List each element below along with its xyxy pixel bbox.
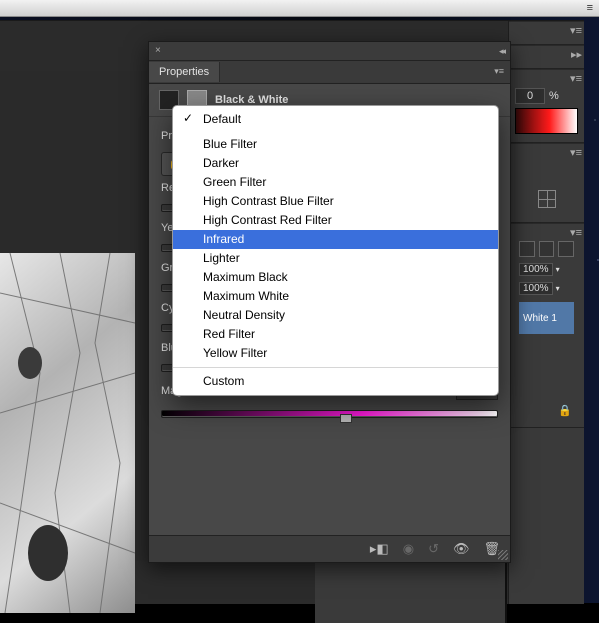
preset-option-label: Maximum Black <box>203 270 288 284</box>
tab-properties[interactable]: Properties <box>149 62 220 82</box>
panel-tab-row: Properties ▾≡ <box>149 61 510 84</box>
preset-option[interactable]: High Contrast Red Filter <box>173 211 498 230</box>
preset-option-label: Green Filter <box>203 175 266 189</box>
preset-dropdown[interactable]: ✓ Default Blue Filter Darker Green Filter Hig… <box>172 105 499 396</box>
secondary-canvas <box>315 561 507 623</box>
view-previous-icon: ◉ <box>403 541 414 557</box>
preset-option[interactable]: Red Filter <box>173 325 498 344</box>
panel-titlebar[interactable]: × ◂◂ <box>149 42 510 61</box>
magentas-slider[interactable] <box>161 406 498 418</box>
preset-option[interactable]: Lighter <box>173 249 498 268</box>
preset-option[interactable]: Maximum Black <box>173 268 498 287</box>
value-field[interactable]: 0 <box>515 88 545 104</box>
layer-label: White 1 <box>523 313 557 324</box>
preset-option-label: High Contrast Red Filter <box>203 213 332 227</box>
resize-grip[interactable] <box>498 550 508 560</box>
right-panel-stack: ▾≡ ▸▸ ▾≡ 0 % ▾≡ ▾≡ 100%▾ <box>508 21 584 604</box>
preset-option[interactable]: High Contrast Blue Filter <box>173 192 498 211</box>
tool-icon[interactable] <box>519 241 535 257</box>
preset-option-label: Default <box>203 112 241 126</box>
preset-option-label: Infrared <box>203 232 244 246</box>
macos-menubar: ≡ <box>0 0 599 17</box>
preset-option-label: Blue Filter <box>203 137 257 151</box>
panel-menu-icon[interactable]: ▾≡ <box>494 66 504 77</box>
preset-option-custom[interactable]: Custom <box>173 372 498 391</box>
dropdown-caret-icon[interactable]: ▾ <box>556 265 560 274</box>
preset-option[interactable]: Maximum White <box>173 287 498 306</box>
preset-option-label: Neutral Density <box>203 308 285 322</box>
preset-option[interactable]: Infrared <box>173 230 498 249</box>
reset-icon: ↺ <box>428 541 439 557</box>
fill-field[interactable]: 100% <box>519 282 553 295</box>
check-icon: ✓ <box>183 111 193 126</box>
preset-option[interactable]: Green Filter <box>173 173 498 192</box>
clip-to-layer-icon[interactable]: ▸◧ <box>370 541 389 557</box>
collapse-icon[interactable]: ◂◂ <box>499 46 504 57</box>
panel-menu-icon[interactable]: ▾≡ <box>570 146 582 159</box>
preset-option[interactable]: Blue Filter <box>173 135 498 154</box>
preset-option-label: Darker <box>203 156 239 170</box>
tool-icon[interactable] <box>539 241 555 257</box>
visibility-icon[interactable]: 👁 <box>453 541 470 557</box>
opacity-field[interactable]: 100% <box>519 263 553 276</box>
preset-option-label: High Contrast Blue Filter <box>203 194 334 208</box>
tool-icon[interactable] <box>558 241 574 257</box>
panel-collapse-icon[interactable]: ▸▸ <box>571 48 582 61</box>
preset-option[interactable]: Neutral Density <box>173 306 498 325</box>
close-icon[interactable]: × <box>155 45 161 56</box>
menu-separator <box>173 367 498 368</box>
preset-option-label: Lighter <box>203 251 240 265</box>
document-image <box>0 253 135 613</box>
panel-menu-icon[interactable]: ▾≡ <box>570 226 582 239</box>
preset-option-label: Yellow Filter <box>203 346 267 360</box>
grid-view-icon[interactable] <box>538 190 556 208</box>
percent-label: % <box>549 90 559 102</box>
preset-option-label: Maximum White <box>203 289 289 303</box>
lock-icon[interactable]: 🔒 <box>558 405 572 417</box>
preset-option-label: Red Filter <box>203 327 255 341</box>
layer-item[interactable]: White 1 <box>519 302 574 334</box>
preset-option[interactable]: Yellow Filter <box>173 344 498 363</box>
color-swatches[interactable] <box>515 108 578 134</box>
panel-footer: ▸◧ ◉ ↺ 👁 🗑 <box>149 535 510 562</box>
panel-menu-icon[interactable]: ▾≡ <box>570 72 582 85</box>
menubar-extra-icon[interactable]: ≡ <box>587 2 593 14</box>
panel-flyout-icon[interactable]: ▾≡ <box>570 24 582 37</box>
dropdown-caret-icon[interactable]: ▾ <box>556 284 560 293</box>
preset-option[interactable]: ✓ Default <box>173 110 498 129</box>
preset-option[interactable]: Darker <box>173 154 498 173</box>
